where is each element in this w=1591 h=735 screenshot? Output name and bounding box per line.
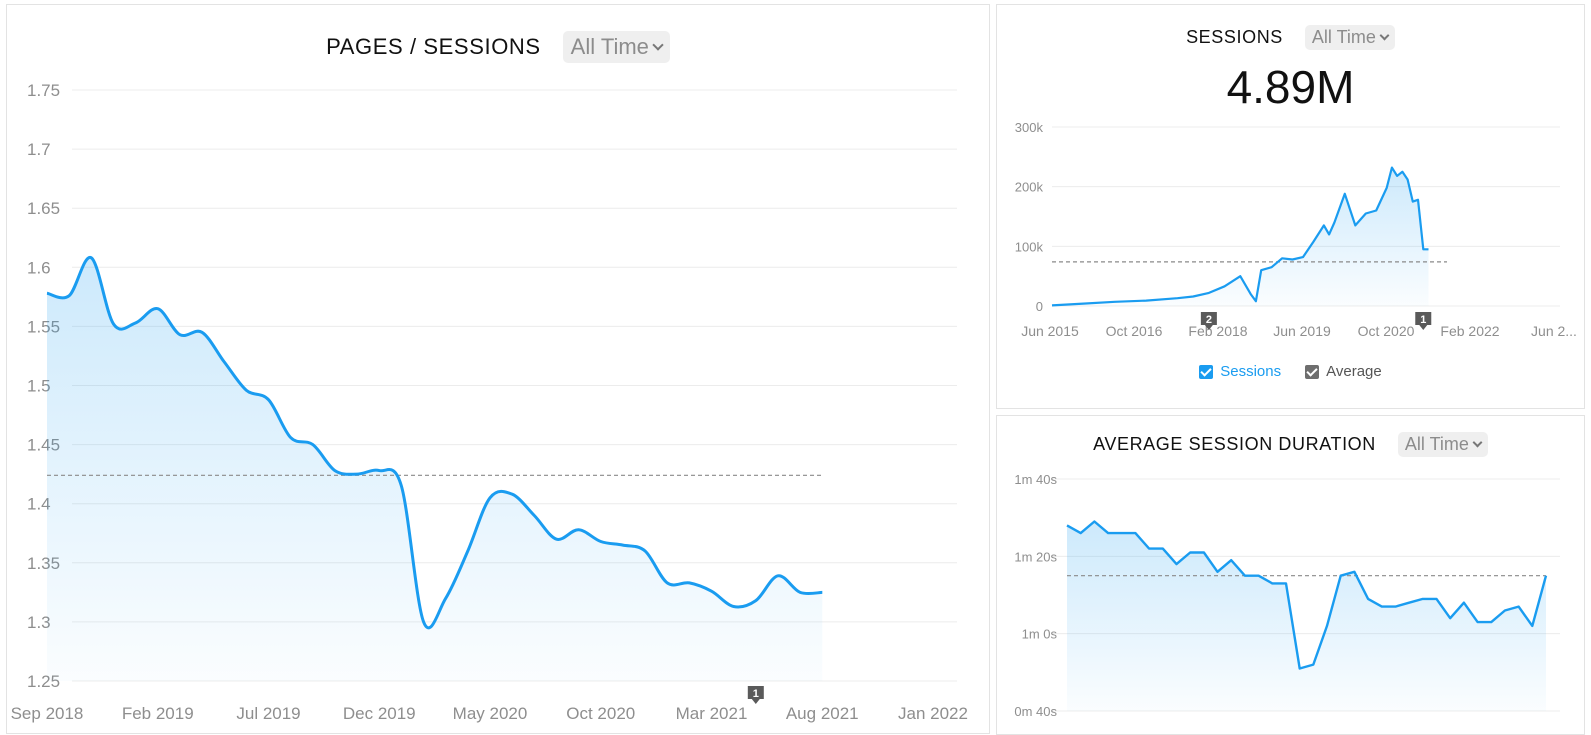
y-tick-label: 1.6 (27, 258, 51, 277)
y-tick-label: 200k (1015, 180, 1044, 195)
x-tick-label: Oct 2020 (566, 704, 635, 723)
avg-duration-chart: 0m 40s 1m 0s 1m 20s 1m 40s (1014, 472, 1560, 719)
checkbox-checked-icon (1199, 364, 1214, 379)
x-tick-label: Feb 2022 (1440, 323, 1499, 339)
x-tick-label: Mar 2021 (676, 704, 748, 723)
x-tick-label: Sep 2018 (11, 704, 84, 723)
y-tick-label: 1m 20s (1014, 549, 1057, 564)
annotation-marker-label: 1 (1420, 314, 1426, 326)
y-tick-label: 1m 40s (1014, 472, 1057, 487)
y-tick-label: 1.7 (27, 140, 51, 159)
annotation-marker-label: 1 (753, 688, 759, 700)
legend-average-label: Average (1326, 363, 1382, 380)
y-tick-label: 300k (1015, 120, 1044, 135)
series-area (47, 257, 823, 681)
avg-duration-panel: AVERAGE SESSION DURATION All Time 0m 40s… (996, 415, 1585, 735)
annotation-marker-label: 2 (1206, 314, 1212, 326)
sessions-chart: 0 100k 200k 300k Jun 2015 Oct 2016 Feb 2018 Jun… (1015, 120, 1577, 339)
x-tick-label: Jun 2019 (1273, 323, 1331, 339)
pages-sessions-panel: PAGES / SESSIONS All Time 1.25 1.3 1.35 1.4… (6, 4, 990, 734)
y-tick-label: 1m 0s (1022, 627, 1058, 642)
x-tick-label: May 2020 (453, 704, 528, 723)
x-tick-label: Jun 2015 (1021, 323, 1079, 339)
y-tick-label: 100k (1015, 239, 1044, 254)
y-tick-label: 0 (1036, 299, 1043, 314)
x-tick-label: Feb 2019 (122, 704, 194, 723)
x-tick-label: Jan 2022 (898, 704, 968, 723)
y-tick-label: 1.75 (27, 81, 60, 100)
x-tick-label: Dec 2019 (343, 704, 416, 723)
series-area (1052, 167, 1429, 306)
y-tick-label: 1.65 (27, 199, 60, 218)
x-tick-label: Aug 2021 (786, 704, 859, 723)
legend-sessions-toggle[interactable]: Sessions (1199, 363, 1281, 380)
x-tick-label: Oct 2016 (1106, 323, 1163, 339)
x-tick-label: Feb 2018 (1188, 323, 1247, 339)
x-tick-label: Oct 2020 (1358, 323, 1415, 339)
sessions-panel: SESSIONS All Time 4.89M 0 100k 200k 300k Jun… (996, 4, 1585, 409)
pages-sessions-chart: 1.251.31.351.41.451.51.551.61.651.71.75S… (11, 81, 968, 723)
checkbox-checked-icon (1305, 364, 1320, 379)
sessions-legend: Sessions Average (997, 363, 1584, 380)
y-tick-label: 0m 40s (1014, 704, 1057, 719)
legend-average-toggle[interactable]: Average (1305, 363, 1382, 380)
legend-sessions-label: Sessions (1220, 363, 1282, 380)
x-tick-label: Jun 2... (1531, 323, 1577, 339)
x-tick-label: Jul 2019 (236, 704, 300, 723)
